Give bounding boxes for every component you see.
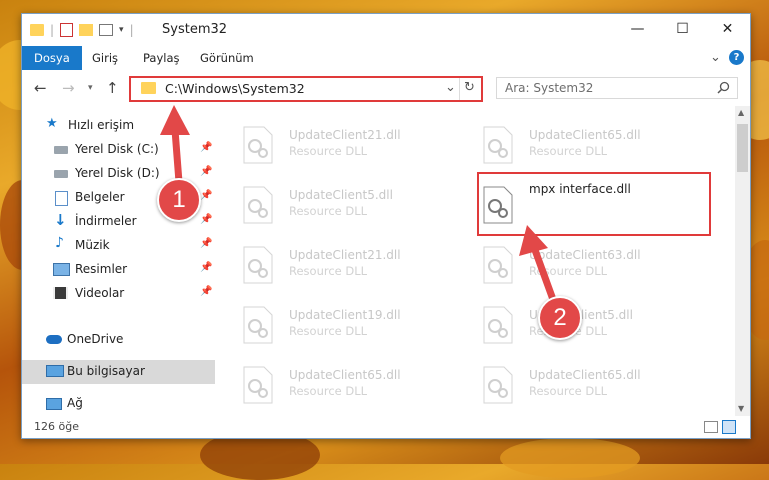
step-badge-2: 2 bbox=[538, 296, 582, 340]
annotation-arrows bbox=[160, 105, 559, 309]
step-badge-1: 1 bbox=[157, 178, 201, 222]
arrow-1-head bbox=[160, 105, 190, 135]
arrow-2-head bbox=[519, 225, 548, 256]
